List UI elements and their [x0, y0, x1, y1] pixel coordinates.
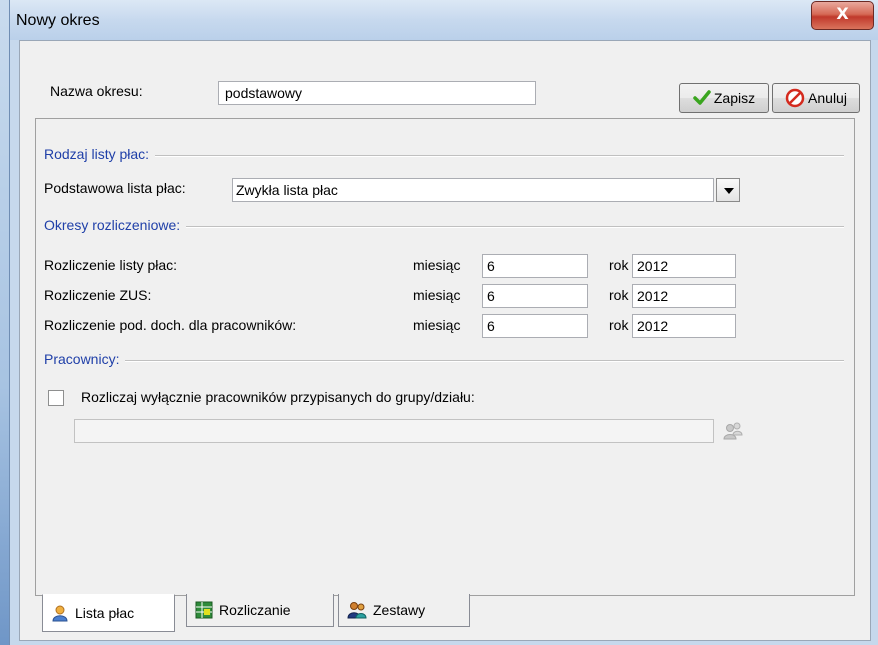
dialog-window: Nowy okres X Nazwa okresu: podstawowy Za…: [9, 0, 878, 645]
save-button[interactable]: Zapisz: [679, 83, 769, 113]
tab-panel: Rodzaj listy płac: Podstawowa lista płac…: [35, 118, 855, 596]
spreadsheet-icon: [195, 601, 213, 619]
year-label: rok: [609, 257, 629, 273]
month-label: miesiąc: [413, 287, 461, 303]
section-employees: Pracownicy:: [44, 351, 126, 367]
tab-settlement[interactable]: Rozliczanie: [186, 594, 334, 627]
cancel-button[interactable]: Anuluj: [772, 83, 860, 113]
select-group-button[interactable]: [719, 417, 747, 445]
year-input[interactable]: 2012: [632, 284, 736, 308]
user-icon: [52, 605, 68, 622]
divider: [44, 155, 844, 157]
group-icon: [723, 422, 743, 440]
group-field[interactable]: [74, 419, 714, 443]
divider: [44, 360, 844, 362]
month-input[interactable]: 6: [482, 284, 588, 308]
month-label: miesiąc: [413, 257, 461, 273]
tab-payroll[interactable]: Lista płac: [42, 594, 175, 632]
cancel-icon: [785, 88, 805, 108]
title-bar[interactable]: Nowy okres X: [10, 0, 878, 40]
close-button[interactable]: X: [811, 1, 874, 30]
tab-payroll-label: Lista płac: [75, 605, 135, 621]
chevron-down-icon[interactable]: [716, 178, 740, 202]
year-input[interactable]: 2012: [632, 254, 736, 278]
close-icon: X: [836, 4, 849, 23]
period-row-label: Rozliczenie listy płac:: [44, 257, 178, 273]
year-label: rok: [609, 287, 629, 303]
period-row-label: Rozliczenie ZUS:: [44, 287, 152, 303]
month-label: miesiąc: [413, 317, 461, 333]
checkmark-icon: [693, 90, 711, 105]
base-payroll-label: Podstawowa lista płac:: [44, 180, 186, 196]
section-periods: Okresy rozliczeniowe:: [44, 217, 187, 233]
people-icon: [347, 602, 367, 619]
year-label: rok: [609, 317, 629, 333]
background-window-edge: [0, 0, 9, 645]
base-payroll-select[interactable]: Zwykła lista płac: [232, 178, 714, 202]
month-input[interactable]: 6: [482, 254, 588, 278]
restrict-employees-checkbox[interactable]: [48, 390, 64, 406]
year-input[interactable]: 2012: [632, 314, 736, 338]
period-row-label: Rozliczenie pod. doch. dla pracowników:: [44, 317, 297, 333]
tab-sets-label: Zestawy: [373, 602, 426, 618]
window-title: Nowy okres: [16, 12, 100, 29]
period-name-input[interactable]: podstawowy: [218, 81, 536, 105]
month-input[interactable]: 6: [482, 314, 588, 338]
save-button-label: Zapisz: [713, 90, 756, 106]
tab-settlement-label: Rozliczanie: [219, 602, 291, 618]
section-payroll-type: Rodzaj listy płac:: [44, 146, 156, 162]
cancel-button-label: Anuluj: [808, 90, 847, 106]
period-name-label: Nazwa okresu:: [50, 83, 143, 99]
tab-sets[interactable]: Zestawy: [338, 594, 470, 627]
dialog-client-area: Nazwa okresu: podstawowy Zapisz Anuluj R…: [19, 40, 871, 641]
restrict-employees-label: Rozliczaj wyłącznie pracowników przypisa…: [81, 389, 475, 405]
